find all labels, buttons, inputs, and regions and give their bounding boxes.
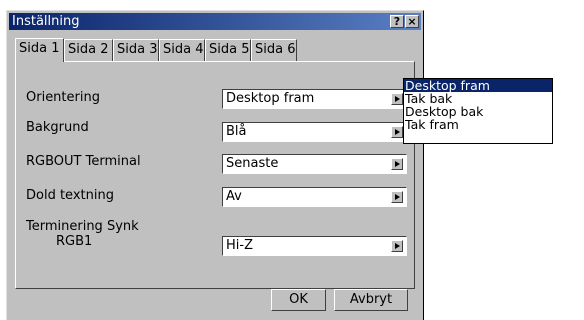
- dropdown-arrow-icon[interactable]: [391, 240, 403, 252]
- dropdown-arrow-icon[interactable]: [391, 93, 403, 105]
- captions-select[interactable]: Av: [222, 187, 407, 207]
- orientation-select[interactable]: Desktop fram: [222, 89, 407, 109]
- close-button[interactable]: ×: [405, 15, 419, 28]
- dropdown-arrow-icon[interactable]: [391, 126, 403, 138]
- ok-button[interactable]: OK: [271, 289, 326, 311]
- sync-termination-label: Terminering Synk: [26, 219, 139, 234]
- title-bar[interactable]: Inställning ? ×: [9, 13, 421, 30]
- sync-termination-value: Hi-Z: [226, 238, 253, 253]
- rgbout-select[interactable]: Senaste: [222, 154, 407, 174]
- orientation-dropdown-list: Desktop fram Tak bak Desktop bak Tak fra…: [403, 78, 553, 144]
- tab-sida-1[interactable]: Sida 1: [15, 38, 64, 62]
- tab-sida-6[interactable]: Sida 6: [251, 39, 297, 61]
- background-value: Blå: [226, 124, 247, 139]
- window-title: Inställning: [12, 14, 80, 29]
- tab-panel: Orientering Desktop fram Bakgrund Blå RG…: [15, 61, 415, 289]
- rgbout-label: RGBOUT Terminal: [26, 154, 141, 169]
- help-button[interactable]: ?: [390, 15, 404, 28]
- orientation-value: Desktop fram: [226, 91, 315, 106]
- tab-sida-3[interactable]: Sida 3: [113, 39, 159, 61]
- tab-sida-2[interactable]: Sida 2: [64, 39, 113, 61]
- dropdown-arrow-icon[interactable]: [391, 158, 403, 170]
- captions-label: Dold textning: [26, 188, 114, 203]
- rgbout-value: Senaste: [226, 156, 279, 171]
- background-label: Bakgrund: [26, 120, 89, 135]
- dropdown-option[interactable]: Tak fram: [404, 118, 552, 131]
- sync-termination-select[interactable]: Hi-Z: [222, 236, 407, 256]
- tab-sida-5[interactable]: Sida 5: [205, 39, 251, 61]
- tab-sida-4[interactable]: Sida 4: [159, 39, 205, 61]
- background-select[interactable]: Blå: [222, 122, 407, 142]
- sync-termination-sublabel: RGB1: [56, 234, 93, 249]
- settings-dialog: Inställning ? × Sida 1 Sida 2 Sida 3 Sid…: [6, 10, 424, 320]
- orientation-label: Orientering: [26, 90, 100, 105]
- dropdown-arrow-icon[interactable]: [391, 191, 403, 203]
- cancel-button[interactable]: Avbryt: [334, 289, 408, 311]
- captions-value: Av: [226, 189, 242, 204]
